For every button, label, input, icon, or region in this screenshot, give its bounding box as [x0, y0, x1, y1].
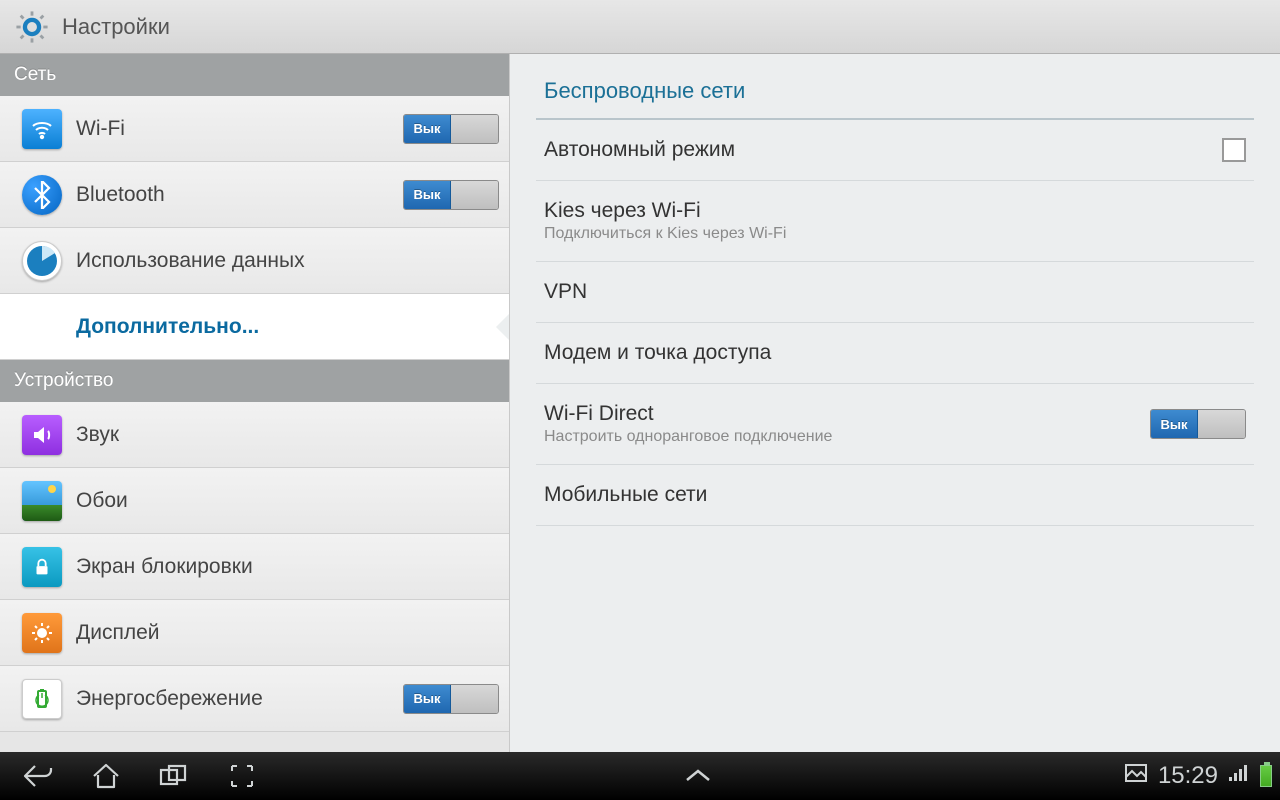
- detail-item-title: Kies через Wi-Fi: [544, 199, 1246, 223]
- detail-item-subtitle: Подключиться к Kies через Wi-Fi: [544, 225, 1246, 243]
- wallpaper-icon: [22, 481, 62, 521]
- detail-item-vpn[interactable]: VPN: [536, 262, 1254, 323]
- detail-item-wifi-direct[interactable]: Wi-Fi Direct Настроить одноранговое подк…: [536, 384, 1254, 465]
- screenshot-button[interactable]: [212, 756, 272, 796]
- settings-sidebar: Сеть Wi-Fi Вык Bluetooth Вык Использован…: [0, 54, 510, 752]
- sidebar-item-data-usage[interactable]: Использование данных: [0, 228, 509, 294]
- action-bar: Настройки: [0, 0, 1280, 54]
- clock-time: 15:29: [1158, 762, 1218, 790]
- data-usage-icon: [22, 241, 62, 281]
- sidebar-item-more[interactable]: Дополнительно...: [0, 294, 509, 360]
- sidebar-item-sound[interactable]: Звук: [0, 402, 509, 468]
- sidebar-item-bluetooth[interactable]: Bluetooth Вык: [0, 162, 509, 228]
- display-icon: [22, 613, 62, 653]
- detail-pane: Беспроводные сети Автономный режим Kies …: [510, 54, 1280, 752]
- page-title: Настройки: [62, 14, 170, 40]
- sidebar-item-display[interactable]: Дисплей: [0, 600, 509, 666]
- detail-item-airplane-mode[interactable]: Автономный режим: [536, 120, 1254, 181]
- bluetooth-icon: [22, 175, 62, 215]
- lock-icon: [22, 547, 62, 587]
- wifi-toggle[interactable]: Вык: [403, 114, 499, 144]
- power-saving-icon: [22, 679, 62, 719]
- recent-apps-button[interactable]: [144, 756, 204, 796]
- sidebar-label: Дисплей: [76, 621, 499, 645]
- detail-item-title: Модем и точка доступа: [544, 341, 1246, 365]
- detail-title: Беспроводные сети: [536, 54, 1254, 120]
- airplane-mode-checkbox[interactable]: [1222, 138, 1246, 162]
- navigation-bar: 15:29: [0, 752, 1280, 800]
- detail-item-mobile-networks[interactable]: Мобильные сети: [536, 465, 1254, 526]
- section-header-network: Сеть: [0, 54, 509, 96]
- wifi-direct-toggle[interactable]: Вык: [1150, 409, 1246, 439]
- detail-item-title: Wi-Fi Direct: [544, 402, 1130, 426]
- bluetooth-toggle[interactable]: Вык: [403, 180, 499, 210]
- sidebar-label: Wi-Fi: [76, 117, 389, 141]
- power-saving-toggle[interactable]: Вык: [403, 684, 499, 714]
- sidebar-item-power-saving[interactable]: Энергосбережение Вык: [0, 666, 509, 732]
- sidebar-item-lockscreen[interactable]: Экран блокировки: [0, 534, 509, 600]
- sidebar-label: Звук: [76, 423, 499, 447]
- sidebar-label: Энергосбережение: [76, 687, 389, 711]
- sidebar-label: Экран блокировки: [76, 555, 499, 579]
- detail-item-title: VPN: [544, 280, 1246, 304]
- sidebar-label: Использование данных: [76, 249, 499, 273]
- sidebar-label: Дополнительно...: [76, 315, 499, 339]
- back-button[interactable]: [8, 756, 68, 796]
- settings-gear-icon: [14, 9, 50, 45]
- sidebar-item-wifi[interactable]: Wi-Fi Вык: [0, 96, 509, 162]
- detail-item-title: Мобильные сети: [544, 483, 1246, 507]
- gallery-icon: [1124, 762, 1148, 790]
- sound-icon: [22, 415, 62, 455]
- detail-item-tethering[interactable]: Модем и точка доступа: [536, 323, 1254, 384]
- section-header-device: Устройство: [0, 360, 509, 402]
- detail-item-subtitle: Настроить одноранговое подключение: [544, 428, 1130, 446]
- detail-item-kies[interactable]: Kies через Wi-Fi Подключиться к Kies чер…: [536, 181, 1254, 262]
- battery-icon: [1260, 765, 1272, 787]
- sidebar-label: Bluetooth: [76, 183, 389, 207]
- wifi-icon: [22, 109, 62, 149]
- status-area[interactable]: 15:29: [1124, 762, 1272, 790]
- home-button[interactable]: [76, 756, 136, 796]
- signal-icon: [1228, 762, 1250, 790]
- detail-item-title: Автономный режим: [544, 138, 1202, 162]
- expand-notifications-button[interactable]: [678, 758, 718, 794]
- sidebar-item-wallpaper[interactable]: Обои: [0, 468, 509, 534]
- sidebar-label: Обои: [76, 489, 499, 513]
